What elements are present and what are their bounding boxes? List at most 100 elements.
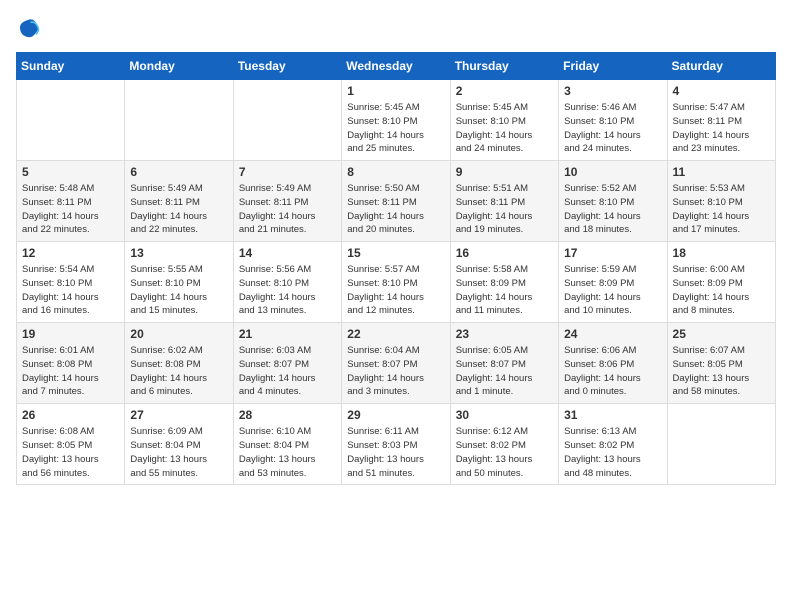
weekday-header-saturday: Saturday bbox=[667, 53, 775, 80]
calendar-cell: 24Sunrise: 6:06 AM Sunset: 8:06 PM Dayli… bbox=[559, 323, 667, 404]
page-header bbox=[16, 16, 776, 40]
calendar-cell: 20 Sunrise: 6:02 AM Sunset: 8:08 PM Dayli… bbox=[125, 323, 233, 404]
day-info: Sunrise: 5:53 AM Sunset: 8:10 PM Dayligh… bbox=[673, 182, 770, 237]
calendar-cell bbox=[667, 404, 775, 485]
day-info: Sunrise: 5:51 AM Sunset: 8:11 PM Dayligh… bbox=[456, 182, 553, 237]
calendar-cell: 30 Sunrise: 6:12 AM Sunset: 8:02 PM Dayli… bbox=[450, 404, 558, 485]
calendar-cell: 25 Sunrise: 6:07 AM Sunset: 8:05 PM Dayli… bbox=[667, 323, 775, 404]
calendar-cell: 3 Sunrise: 5:46 AM Sunset: 8:10 PM Daylig… bbox=[559, 80, 667, 161]
calendar-week-4: 19 Sunrise: 6:01 AM Sunset: 8:08 PM Dayli… bbox=[17, 323, 776, 404]
day-info: Sunrise: 6:05 AM Sunset: 8:07 PM Dayligh… bbox=[456, 344, 553, 399]
day-number: 16 bbox=[456, 246, 553, 260]
calendar-cell: 19 Sunrise: 6:01 AM Sunset: 8:08 PM Dayli… bbox=[17, 323, 125, 404]
day-number: 13 bbox=[130, 246, 227, 260]
day-number: 22 bbox=[347, 327, 444, 341]
day-info: Sunrise: 5:57 AM Sunset: 8:10 PM Dayligh… bbox=[347, 263, 444, 318]
calendar-cell: 14 Sunrise: 5:56 AM Sunset: 8:10 PM Dayli… bbox=[233, 242, 341, 323]
day-number: 15 bbox=[347, 246, 444, 260]
day-number: 27 bbox=[130, 408, 227, 422]
day-number: 6 bbox=[130, 165, 227, 179]
day-number: 9 bbox=[456, 165, 553, 179]
day-info: Sunrise: 5:52 AM Sunset: 8:10 PM Dayligh… bbox=[564, 182, 661, 237]
calendar-cell: 8Sunrise: 5:50 AM Sunset: 8:11 PM Daylig… bbox=[342, 161, 450, 242]
day-info: Sunrise: 5:47 AM Sunset: 8:11 PM Dayligh… bbox=[673, 101, 770, 156]
day-info: Sunrise: 5:50 AM Sunset: 8:11 PM Dayligh… bbox=[347, 182, 444, 237]
day-number: 5 bbox=[22, 165, 119, 179]
calendar-body: 1 Sunrise: 5:45 AM Sunset: 8:10 PM Daylig… bbox=[17, 80, 776, 485]
calendar: SundayMondayTuesdayWednesdayThursdayFrid… bbox=[16, 52, 776, 485]
calendar-cell: 13 Sunrise: 5:55 AM Sunset: 8:10 PM Dayli… bbox=[125, 242, 233, 323]
day-number: 17 bbox=[564, 246, 661, 260]
day-number: 23 bbox=[456, 327, 553, 341]
day-number: 14 bbox=[239, 246, 336, 260]
day-number: 4 bbox=[673, 84, 770, 98]
day-info: Sunrise: 5:56 AM Sunset: 8:10 PM Dayligh… bbox=[239, 263, 336, 318]
calendar-week-3: 12 Sunrise: 5:54 AM Sunset: 8:10 PM Dayli… bbox=[17, 242, 776, 323]
day-number: 24 bbox=[564, 327, 661, 341]
day-info: Sunrise: 5:58 AM Sunset: 8:09 PM Dayligh… bbox=[456, 263, 553, 318]
day-number: 2 bbox=[456, 84, 553, 98]
day-info: Sunrise: 6:10 AM Sunset: 8:04 PM Dayligh… bbox=[239, 425, 336, 480]
calendar-cell: 29Sunrise: 6:11 AM Sunset: 8:03 PM Dayli… bbox=[342, 404, 450, 485]
day-info: Sunrise: 5:48 AM Sunset: 8:11 PM Dayligh… bbox=[22, 182, 119, 237]
day-number: 25 bbox=[673, 327, 770, 341]
day-info: Sunrise: 5:45 AM Sunset: 8:10 PM Dayligh… bbox=[456, 101, 553, 156]
calendar-cell bbox=[233, 80, 341, 161]
day-number: 11 bbox=[673, 165, 770, 179]
day-number: 3 bbox=[564, 84, 661, 98]
calendar-cell: 16 Sunrise: 5:58 AM Sunset: 8:09 PM Dayli… bbox=[450, 242, 558, 323]
weekday-row: SundayMondayTuesdayWednesdayThursdayFrid… bbox=[17, 53, 776, 80]
calendar-week-1: 1 Sunrise: 5:45 AM Sunset: 8:10 PM Daylig… bbox=[17, 80, 776, 161]
calendar-cell: 22Sunrise: 6:04 AM Sunset: 8:07 PM Dayli… bbox=[342, 323, 450, 404]
day-info: Sunrise: 6:08 AM Sunset: 8:05 PM Dayligh… bbox=[22, 425, 119, 480]
calendar-cell: 27 Sunrise: 6:09 AM Sunset: 8:04 PM Dayli… bbox=[125, 404, 233, 485]
calendar-cell: 2 Sunrise: 5:45 AM Sunset: 8:10 PM Daylig… bbox=[450, 80, 558, 161]
logo-icon bbox=[16, 16, 40, 40]
day-info: Sunrise: 5:46 AM Sunset: 8:10 PM Dayligh… bbox=[564, 101, 661, 156]
calendar-cell bbox=[125, 80, 233, 161]
logo bbox=[16, 16, 44, 40]
day-number: 19 bbox=[22, 327, 119, 341]
day-info: Sunrise: 6:00 AM Sunset: 8:09 PM Dayligh… bbox=[673, 263, 770, 318]
calendar-cell: 9 Sunrise: 5:51 AM Sunset: 8:11 PM Daylig… bbox=[450, 161, 558, 242]
calendar-cell: 15 Sunrise: 5:57 AM Sunset: 8:10 PM Dayli… bbox=[342, 242, 450, 323]
calendar-week-5: 26 Sunrise: 6:08 AM Sunset: 8:05 PM Dayli… bbox=[17, 404, 776, 485]
day-number: 26 bbox=[22, 408, 119, 422]
day-info: Sunrise: 6:02 AM Sunset: 8:08 PM Dayligh… bbox=[130, 344, 227, 399]
calendar-cell: 4 Sunrise: 5:47 AM Sunset: 8:11 PM Daylig… bbox=[667, 80, 775, 161]
day-number: 12 bbox=[22, 246, 119, 260]
day-info: Sunrise: 6:12 AM Sunset: 8:02 PM Dayligh… bbox=[456, 425, 553, 480]
calendar-cell: 12 Sunrise: 5:54 AM Sunset: 8:10 PM Dayli… bbox=[17, 242, 125, 323]
calendar-cell: 10 Sunrise: 5:52 AM Sunset: 8:10 PM Dayli… bbox=[559, 161, 667, 242]
calendar-cell: 26 Sunrise: 6:08 AM Sunset: 8:05 PM Dayli… bbox=[17, 404, 125, 485]
day-number: 20 bbox=[130, 327, 227, 341]
day-info: Sunrise: 6:01 AM Sunset: 8:08 PM Dayligh… bbox=[22, 344, 119, 399]
weekday-header-sunday: Sunday bbox=[17, 53, 125, 80]
calendar-header: SundayMondayTuesdayWednesdayThursdayFrid… bbox=[17, 53, 776, 80]
weekday-header-wednesday: Wednesday bbox=[342, 53, 450, 80]
calendar-cell: 6 Sunrise: 5:49 AM Sunset: 8:11 PM Daylig… bbox=[125, 161, 233, 242]
day-info: Sunrise: 5:45 AM Sunset: 8:10 PM Dayligh… bbox=[347, 101, 444, 156]
day-info: Sunrise: 6:03 AM Sunset: 8:07 PM Dayligh… bbox=[239, 344, 336, 399]
day-info: Sunrise: 5:49 AM Sunset: 8:11 PM Dayligh… bbox=[239, 182, 336, 237]
weekday-header-tuesday: Tuesday bbox=[233, 53, 341, 80]
day-info: Sunrise: 5:54 AM Sunset: 8:10 PM Dayligh… bbox=[22, 263, 119, 318]
weekday-header-thursday: Thursday bbox=[450, 53, 558, 80]
day-info: Sunrise: 6:07 AM Sunset: 8:05 PM Dayligh… bbox=[673, 344, 770, 399]
calendar-cell: 23 Sunrise: 6:05 AM Sunset: 8:07 PM Dayli… bbox=[450, 323, 558, 404]
day-number: 29 bbox=[347, 408, 444, 422]
calendar-cell: 21Sunrise: 6:03 AM Sunset: 8:07 PM Dayli… bbox=[233, 323, 341, 404]
calendar-cell: 7 Sunrise: 5:49 AM Sunset: 8:11 PM Daylig… bbox=[233, 161, 341, 242]
calendar-cell: 5 Sunrise: 5:48 AM Sunset: 8:11 PM Daylig… bbox=[17, 161, 125, 242]
day-info: Sunrise: 5:59 AM Sunset: 8:09 PM Dayligh… bbox=[564, 263, 661, 318]
day-number: 30 bbox=[456, 408, 553, 422]
day-info: Sunrise: 5:55 AM Sunset: 8:10 PM Dayligh… bbox=[130, 263, 227, 318]
day-info: Sunrise: 6:09 AM Sunset: 8:04 PM Dayligh… bbox=[130, 425, 227, 480]
day-number: 1 bbox=[347, 84, 444, 98]
day-info: Sunrise: 6:13 AM Sunset: 8:02 PM Dayligh… bbox=[564, 425, 661, 480]
weekday-header-friday: Friday bbox=[559, 53, 667, 80]
calendar-cell: 28Sunrise: 6:10 AM Sunset: 8:04 PM Dayli… bbox=[233, 404, 341, 485]
day-info: Sunrise: 5:49 AM Sunset: 8:11 PM Dayligh… bbox=[130, 182, 227, 237]
day-number: 10 bbox=[564, 165, 661, 179]
day-number: 7 bbox=[239, 165, 336, 179]
